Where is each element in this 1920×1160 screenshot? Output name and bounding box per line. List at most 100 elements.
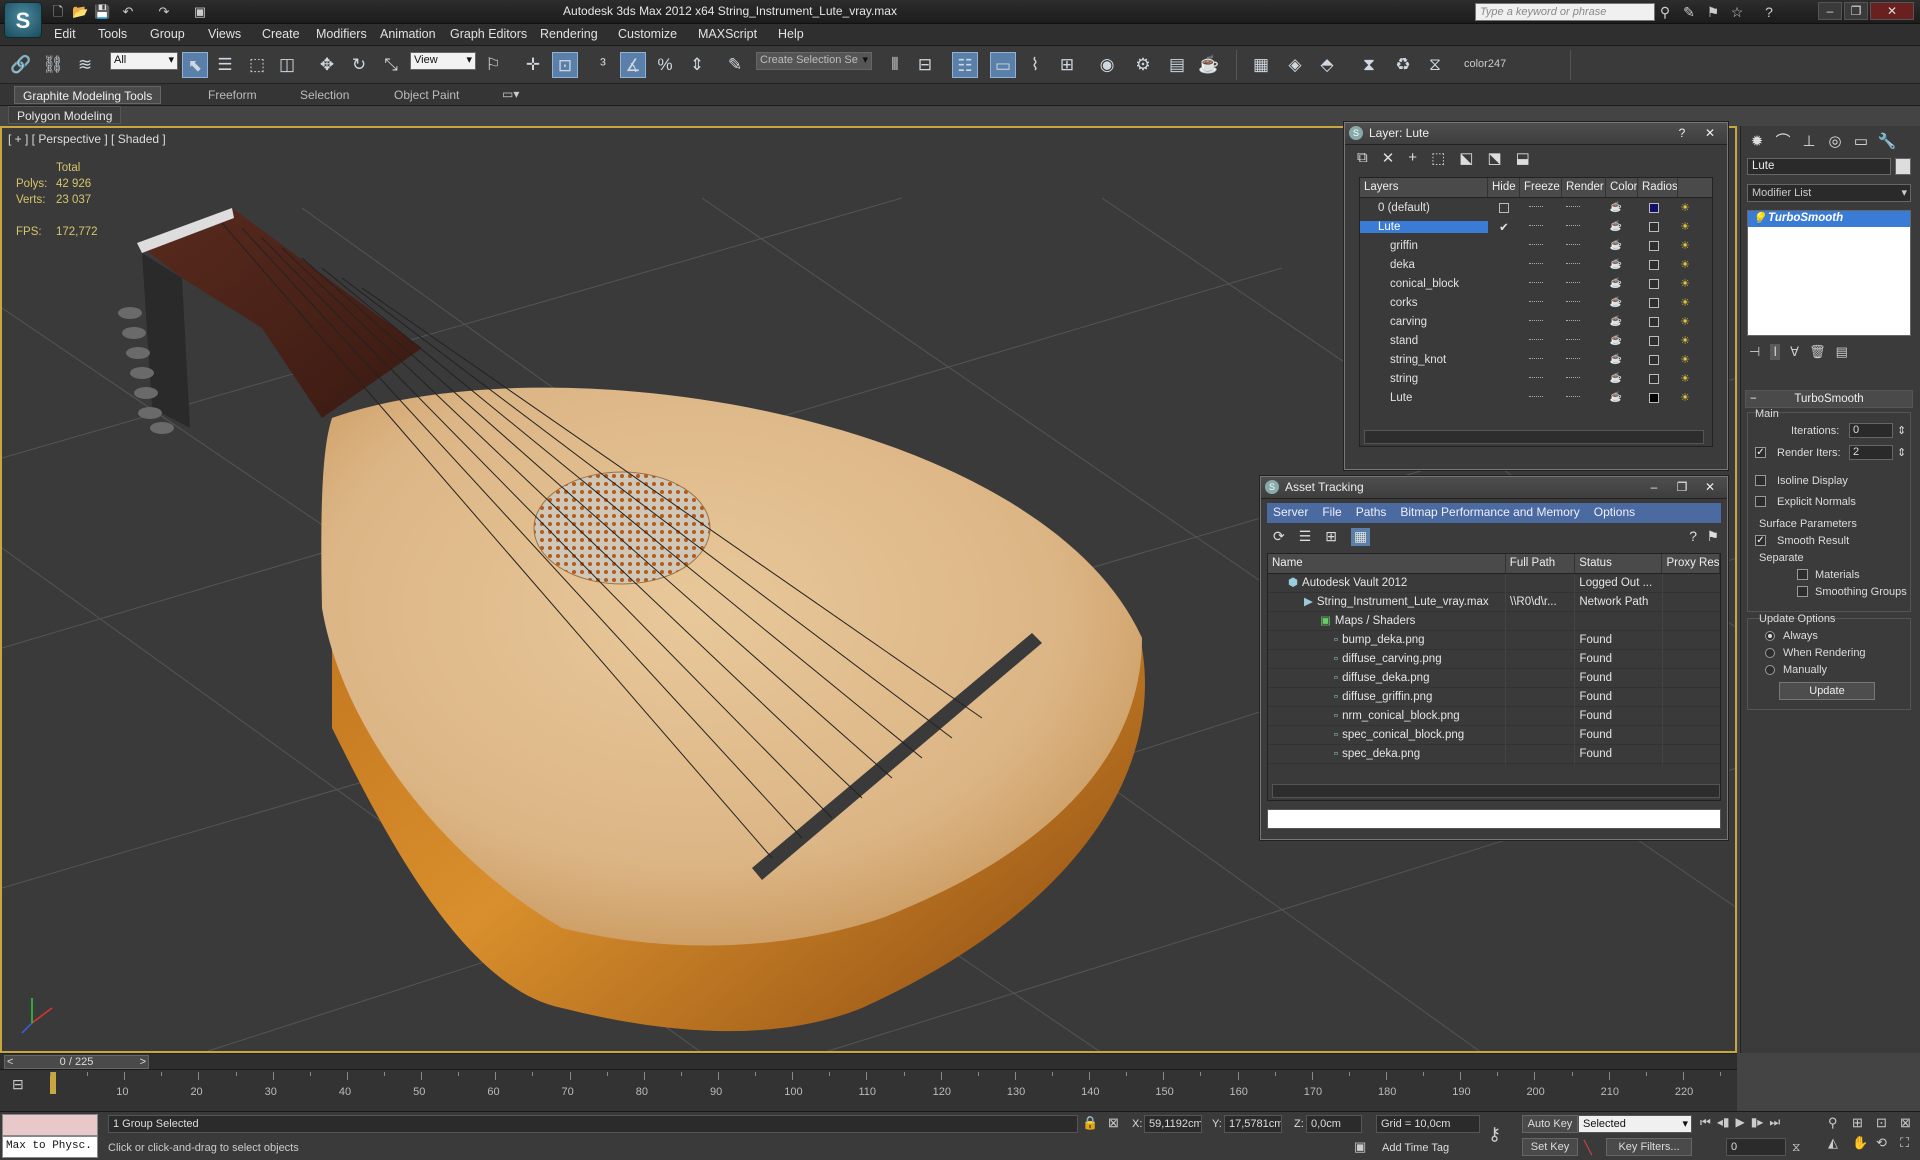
layer-row[interactable]: conical_block ☕ ☀ <box>1360 274 1712 293</box>
object-color-swatch[interactable] <box>1895 158 1911 175</box>
layer-row[interactable]: string_knot ☕ ☀ <box>1360 350 1712 369</box>
render-teapot-icon[interactable]: ☕ <box>1594 259 1638 270</box>
key-icon[interactable]: ⚷ <box>1488 1124 1501 1145</box>
asset-row[interactable]: ▫ spec_conical_block.png Found <box>1268 725 1720 745</box>
utilities-tab-icon[interactable]: 🔧 <box>1875 130 1899 154</box>
layer-name[interactable]: Lute <box>1360 220 1488 233</box>
layer-name[interactable]: Lute <box>1360 392 1488 404</box>
hide-dash[interactable] <box>1520 320 1552 323</box>
bind-spacewarp-icon[interactable]: ≋ <box>72 52 98 78</box>
freeze-dash[interactable] <box>1552 320 1594 323</box>
layer-color-swatch[interactable] <box>1638 221 1670 232</box>
modify-tab-icon[interactable]: ⌒ <box>1771 130 1795 154</box>
snaps-toggle-icon[interactable]: ³ <box>590 52 616 78</box>
key-selection-select[interactable]: Selected ▾ <box>1578 1115 1692 1133</box>
timing-icon[interactable]: ⧗ <box>1356 52 1382 78</box>
tab-freeform[interactable]: Freeform <box>200 86 265 104</box>
minimize-button[interactable]: – <box>1641 478 1667 496</box>
radiosity-sun-icon[interactable]: ☀ <box>1670 353 1700 366</box>
layer-color-swatch[interactable] <box>1638 240 1670 251</box>
remove-modifier-icon[interactable]: 🗑 <box>1809 344 1826 360</box>
selection-filter-select[interactable]: All <box>110 52 178 70</box>
z-coordinate-field[interactable]: 0,0cm <box>1306 1115 1362 1133</box>
app-logo[interactable]: S <box>4 2 42 38</box>
mirror-icon[interactable]: ⫴ <box>882 52 908 78</box>
ribbon-options-icon[interactable]: ▭▾ <box>502 87 519 101</box>
render-teapot-icon[interactable]: ☕ <box>1594 335 1638 346</box>
radiosity-sun-icon[interactable]: ☀ <box>1670 334 1700 347</box>
time-configuration-icon[interactable]: ⧖ <box>1792 1140 1800 1155</box>
layer-row[interactable]: carving ☕ ☀ <box>1360 312 1712 331</box>
menu-tools[interactable]: Tools <box>98 27 127 41</box>
add-to-layer-icon[interactable]: + <box>1408 149 1417 169</box>
freeze-dash[interactable] <box>1552 206 1594 209</box>
play-icon[interactable]: ▶ <box>1735 1115 1744 1130</box>
time-slider-thumb[interactable]: < 0 / 225 > <box>4 1055 149 1069</box>
help-button[interactable]: ? <box>1669 124 1695 142</box>
menu-create[interactable]: Create <box>262 27 300 41</box>
layer-hscrollbar[interactable] <box>1364 430 1704 444</box>
layer-name[interactable]: string_knot <box>1360 354 1488 366</box>
help-icon[interactable]: ? <box>1760 3 1778 21</box>
search-input[interactable]: Type a keyword or phrase <box>1475 3 1655 21</box>
menu-options[interactable]: Options <box>1594 505 1635 521</box>
hide-toggle[interactable] <box>1488 202 1520 213</box>
keyboard-shortcut-override-icon[interactable]: ⊡ <box>552 52 578 78</box>
layer-color-swatch[interactable] <box>1638 202 1670 213</box>
menu-server[interactable]: Server <box>1273 505 1308 521</box>
col-freeze[interactable]: Freeze <box>1520 178 1562 197</box>
refresh-icon[interactable]: ⟳ <box>1273 528 1285 546</box>
close-button[interactable]: ✕ <box>1697 124 1723 142</box>
close-button[interactable]: ✕ <box>1697 478 1723 496</box>
window-crossing-icon[interactable]: ◫ <box>274 52 300 78</box>
configure-sets-icon[interactable]: ▤ <box>1836 344 1848 360</box>
maximize-button[interactable]: ❐ <box>1669 478 1695 496</box>
asset-row[interactable]: ▫ bump_deka.png Found <box>1268 630 1720 650</box>
spinner-arrows-icon[interactable]: ⇕ <box>1897 424 1906 437</box>
render-teapot-icon[interactable]: ☕ <box>1594 297 1638 308</box>
asset-row[interactable]: ▣ Maps / Shaders <box>1268 611 1720 631</box>
radiosity-sun-icon[interactable]: ☀ <box>1670 201 1700 214</box>
absolute-mode-icon[interactable]: ⊠ <box>1108 1115 1119 1131</box>
freeze-dash[interactable] <box>1552 282 1594 285</box>
col-full-path[interactable]: Full Path <box>1506 554 1576 573</box>
menu-group[interactable]: Group <box>150 27 185 41</box>
create-layer-icon[interactable]: ⧉ <box>1357 149 1368 169</box>
hide-dash[interactable] <box>1520 301 1552 304</box>
pin-stack-icon[interactable]: ⊣ <box>1749 344 1760 360</box>
viewport-label[interactable]: [ + ] [ Perspective ] [ Shaded ] <box>8 132 166 146</box>
chevron-left-icon[interactable]: < <box>7 1056 13 1068</box>
freeze-dash[interactable] <box>1552 377 1594 380</box>
menu-modifiers[interactable]: Modifiers <box>316 27 367 41</box>
select-by-name-icon[interactable]: ☰ <box>212 52 238 78</box>
zoom-extents-all-icon[interactable]: ⊠ <box>1900 1115 1920 1131</box>
radiosity-sun-icon[interactable]: ☀ <box>1670 296 1700 309</box>
layer-row[interactable]: deka ☕ ☀ <box>1360 255 1712 274</box>
render-teapot-icon[interactable]: ☕ <box>1594 221 1638 232</box>
layer-window-titlebar[interactable]: S Layer: Lute ? ✕ <box>1345 123 1727 145</box>
hide-dash[interactable] <box>1520 282 1552 285</box>
zoom-extents-icon[interactable]: ⊡ <box>1876 1115 1898 1131</box>
freeze-dash[interactable] <box>1552 225 1594 228</box>
help-icon[interactable]: ? <box>1689 528 1697 544</box>
rotate-icon[interactable]: ↻ <box>346 52 372 78</box>
radiosity-sun-icon[interactable]: ☀ <box>1670 315 1700 328</box>
checkmark-icon[interactable]: ✔ <box>1499 220 1509 234</box>
link-icon[interactable]: 🔗 <box>8 52 34 78</box>
layer-color-swatch[interactable] <box>1638 259 1670 270</box>
layer-row[interactable]: Lute ☕ ☀ <box>1360 388 1712 407</box>
radiosity-sun-icon[interactable]: ☀ <box>1670 277 1700 290</box>
layer-color-swatch[interactable] <box>1638 354 1670 365</box>
lock-icon[interactable]: 🔒 <box>1082 1115 1098 1131</box>
tools-icon[interactable]: ✎ <box>1680 3 1698 21</box>
show-end-result-icon[interactable]: Ⅰ <box>1770 344 1781 360</box>
make-unique-icon[interactable]: ∀ <box>1790 344 1799 360</box>
go-to-start-icon[interactable]: ⏮ <box>1700 1115 1711 1130</box>
col-radiosity[interactable]: Radios <box>1638 178 1678 197</box>
col-hide[interactable]: Hide <box>1488 178 1520 197</box>
asset-row[interactable]: ⬢ Autodesk Vault 2012 Logged Out ... <box>1268 573 1720 593</box>
smoothing-groups-checkbox[interactable] <box>1797 586 1808 597</box>
render-teapot-icon[interactable]: ☕ <box>1594 240 1638 251</box>
minimize-button[interactable]: – <box>1818 2 1842 20</box>
layer-color-swatch[interactable] <box>1638 335 1670 346</box>
